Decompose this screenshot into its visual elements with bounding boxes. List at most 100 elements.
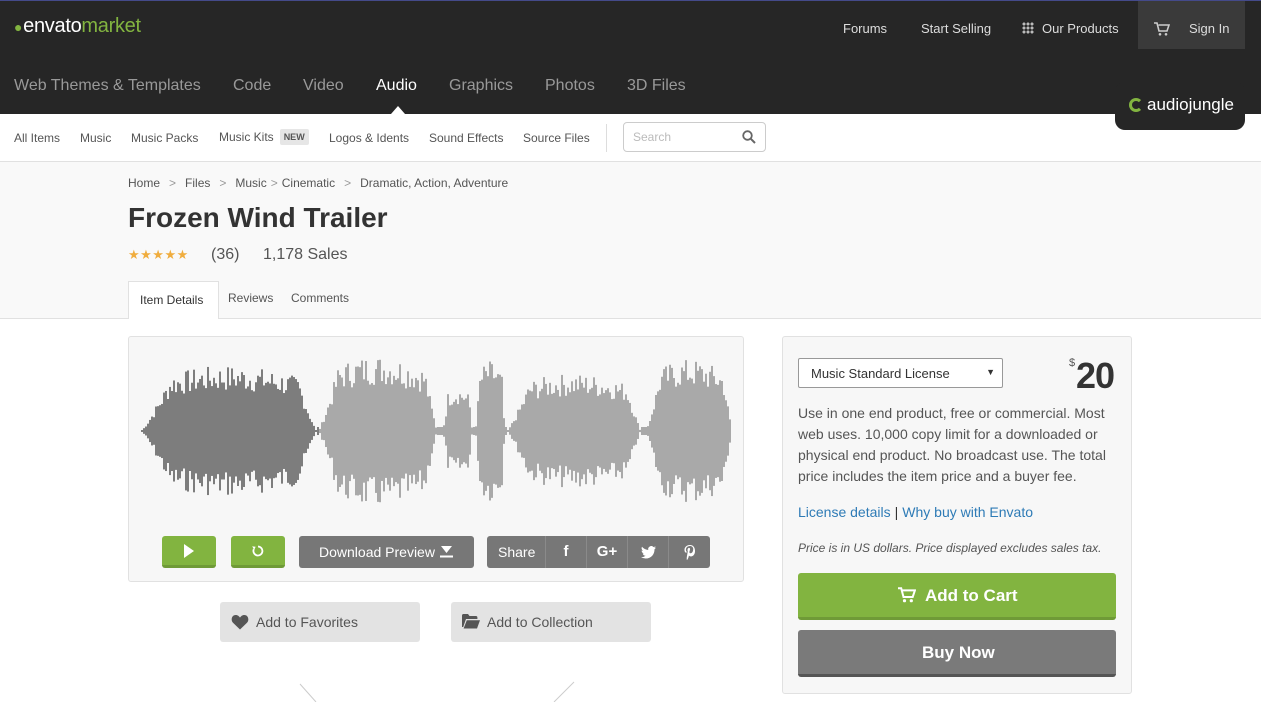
our-products-link[interactable]: Our Products <box>1022 21 1119 36</box>
subnav-divider <box>606 124 607 152</box>
waveform-bar <box>547 394 549 468</box>
envato-market-logo[interactable]: ●envatomarket <box>14 15 141 38</box>
twitter-icon[interactable] <box>628 536 669 568</box>
waveform-bar <box>299 388 301 474</box>
waveform-bar <box>219 371 221 491</box>
waveform-bar <box>233 379 235 483</box>
waveform-bar <box>539 391 541 471</box>
category-code[interactable]: Code <box>233 77 271 95</box>
waveform-bar <box>357 366 359 496</box>
subnav-all-items[interactable]: All Items <box>14 131 60 145</box>
replay-button[interactable] <box>231 536 285 568</box>
waveform-bar <box>429 396 431 466</box>
download-preview-button[interactable]: Download Preview <box>299 536 474 568</box>
add-to-collection-button[interactable]: Add to Collection <box>451 602 651 642</box>
subnav-source-files[interactable]: Source Files <box>523 131 590 145</box>
add-to-favorites-button[interactable]: Add to Favorites <box>220 602 420 642</box>
breadcrumb-music[interactable]: Music <box>235 176 266 190</box>
waveform-bar <box>573 391 575 471</box>
waveform-bar <box>331 404 333 458</box>
facebook-icon[interactable]: f <box>546 536 587 568</box>
start-selling-link[interactable]: Start Selling <box>921 21 991 36</box>
breadcrumb-home[interactable]: Home <box>128 176 160 190</box>
audiojungle-badge[interactable]: audiojungle <box>1115 82 1245 130</box>
subnav-music-kits[interactable]: Music Kits NEW <box>219 129 309 145</box>
waveform-bar <box>599 394 601 468</box>
waveform-bar <box>347 363 349 499</box>
tab-comments[interactable]: Comments <box>291 291 349 305</box>
rating-count[interactable]: (36) <box>211 246 239 264</box>
waveform-bar <box>705 373 707 489</box>
waveform-bar <box>527 389 529 473</box>
waveform-bar <box>279 389 281 473</box>
google-plus-icon[interactable]: G+ <box>587 536 628 568</box>
waveform-bar <box>575 379 577 483</box>
waveform-bar <box>323 421 325 441</box>
waveform-bar <box>559 396 561 466</box>
why-buy-link[interactable]: Why buy with Envato <box>902 504 1033 520</box>
waveform-bar <box>601 387 603 475</box>
category-3d-files[interactable]: 3D Files <box>627 77 686 95</box>
subnav-sound-effects[interactable]: Sound Effects <box>429 131 504 145</box>
waveform-bar <box>679 384 681 478</box>
waveform-bar <box>373 384 375 478</box>
play-button[interactable] <box>162 536 216 568</box>
waveform-bar <box>699 366 701 496</box>
search-input[interactable] <box>633 124 743 150</box>
audio-waveform[interactable] <box>141 349 731 513</box>
waveform-bar <box>523 404 525 458</box>
waveform-bar <box>363 379 365 483</box>
waveform-bar <box>255 382 257 480</box>
waveform-bar <box>221 382 223 480</box>
category-video[interactable]: Video <box>303 77 344 95</box>
waveform-bar <box>489 361 491 501</box>
waveform-bar <box>187 370 189 492</box>
tab-reviews[interactable]: Reviews <box>228 291 273 305</box>
subnav-logos-idents[interactable]: Logos & Idents <box>329 131 409 145</box>
breadcrumb-files[interactable]: Files <box>185 176 210 190</box>
buy-now-button[interactable]: Buy Now <box>798 630 1116 677</box>
tab-item-details[interactable]: Item Details <box>128 281 219 319</box>
waveform-bar <box>459 394 461 468</box>
waveform-bar <box>263 385 265 477</box>
waveform-bar <box>485 371 487 491</box>
forums-link[interactable]: Forums <box>843 21 887 36</box>
waveform-bar <box>321 422 323 440</box>
waveform-bar <box>541 388 543 474</box>
add-to-cart-button[interactable]: Add to Cart <box>798 573 1116 620</box>
search-icon[interactable] <box>742 130 756 144</box>
our-products-label: Our Products <box>1042 21 1119 36</box>
share-button[interactable]: Share <box>487 536 546 568</box>
waveform-bar <box>237 375 239 487</box>
waveform-bar <box>317 427 319 435</box>
category-web-themes[interactable]: Web Themes & Templates <box>14 77 201 95</box>
sign-in-link[interactable]: Sign In <box>1189 21 1229 36</box>
waveform-bar <box>627 400 629 462</box>
cart-icon[interactable] <box>1154 22 1170 36</box>
license-select[interactable]: Music Standard License ▼ <box>798 358 1003 388</box>
waveform-bar <box>185 371 187 491</box>
waveform-bar <box>365 361 367 501</box>
category-graphics[interactable]: Graphics <box>449 77 513 95</box>
subnav-music[interactable]: Music <box>80 131 111 145</box>
waveform-bar <box>447 394 449 468</box>
cart-signin-box: Sign In <box>1138 1 1245 49</box>
price-note: Price is in US dollars. Price displayed … <box>798 541 1102 555</box>
waveform-bar <box>713 376 715 486</box>
waveform-bar <box>503 418 505 444</box>
subnav-music-packs[interactable]: Music Packs <box>131 131 198 145</box>
waveform-bar <box>647 426 649 436</box>
share-label: Share <box>498 544 536 560</box>
category-audio[interactable]: Audio <box>376 77 417 95</box>
waveform-bar <box>475 426 477 436</box>
logo-market-text: market <box>81 15 141 37</box>
waveform-bar <box>305 409 307 453</box>
waveform-bar <box>293 377 295 485</box>
breadcrumb-cinematic[interactable]: Cinematic <box>282 176 335 190</box>
license-details-link[interactable]: License details <box>798 504 891 520</box>
category-photos[interactable]: Photos <box>545 77 595 95</box>
breadcrumb-genre[interactable]: Dramatic, Action, Adventure <box>360 176 508 190</box>
waveform-bar <box>339 374 341 488</box>
pinterest-icon[interactable] <box>669 536 710 568</box>
waveform-bar <box>727 406 729 456</box>
